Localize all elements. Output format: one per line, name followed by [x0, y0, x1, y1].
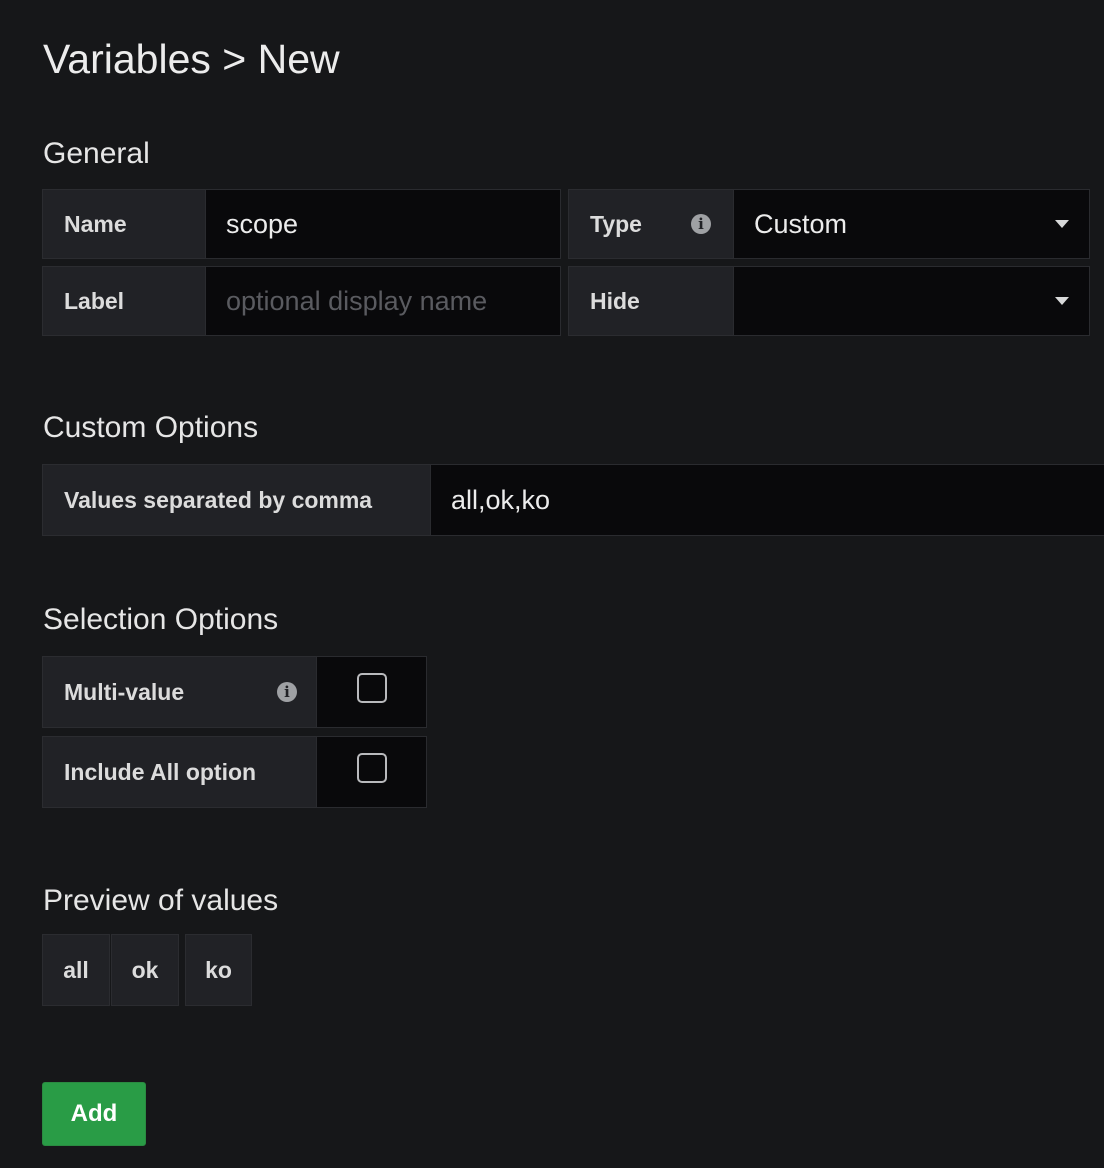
chevron-down-icon — [1055, 297, 1069, 305]
info-icon[interactable]: i — [277, 682, 297, 702]
preview-heading: Preview of values — [43, 884, 279, 917]
general-heading: General — [43, 137, 150, 170]
selection-options-heading: Selection Options — [43, 603, 279, 636]
page-title: Variables > New — [43, 36, 340, 82]
name-label: Name — [42, 189, 206, 259]
name-field[interactable] — [205, 189, 561, 259]
include-all-label: Include All option — [42, 736, 317, 808]
include-all-checkbox-cell[interactable] — [316, 736, 427, 808]
checkbox-icon[interactable] — [357, 673, 387, 703]
chevron-down-icon — [1055, 220, 1069, 228]
type-select[interactable]: Custom — [733, 189, 1090, 259]
label-field[interactable] — [205, 266, 561, 336]
hide-label: Hide — [568, 266, 734, 336]
label-input[interactable] — [226, 285, 560, 317]
type-label-cell: Type i — [568, 189, 734, 259]
preview-value: all — [42, 934, 110, 1006]
label-label: Label — [42, 266, 206, 336]
multi-value-label: Multi-value — [64, 678, 185, 705]
preview-value: ko — [185, 934, 252, 1006]
multi-value-checkbox-cell[interactable] — [316, 656, 427, 728]
name-input[interactable] — [226, 208, 560, 240]
preview-value: ok — [111, 934, 179, 1006]
checkbox-icon[interactable] — [357, 753, 387, 783]
values-label: Values separated by comma — [42, 464, 431, 536]
custom-options-heading: Custom Options — [43, 411, 259, 444]
add-button[interactable]: Add — [42, 1082, 146, 1146]
values-field[interactable] — [430, 464, 1104, 536]
type-label: Type — [590, 210, 642, 237]
hide-select[interactable] — [733, 266, 1090, 336]
type-select-value: Custom — [754, 208, 848, 239]
values-input[interactable] — [451, 484, 1104, 516]
multi-value-label-cell: Multi-value i — [42, 656, 317, 728]
info-icon[interactable]: i — [691, 214, 711, 234]
